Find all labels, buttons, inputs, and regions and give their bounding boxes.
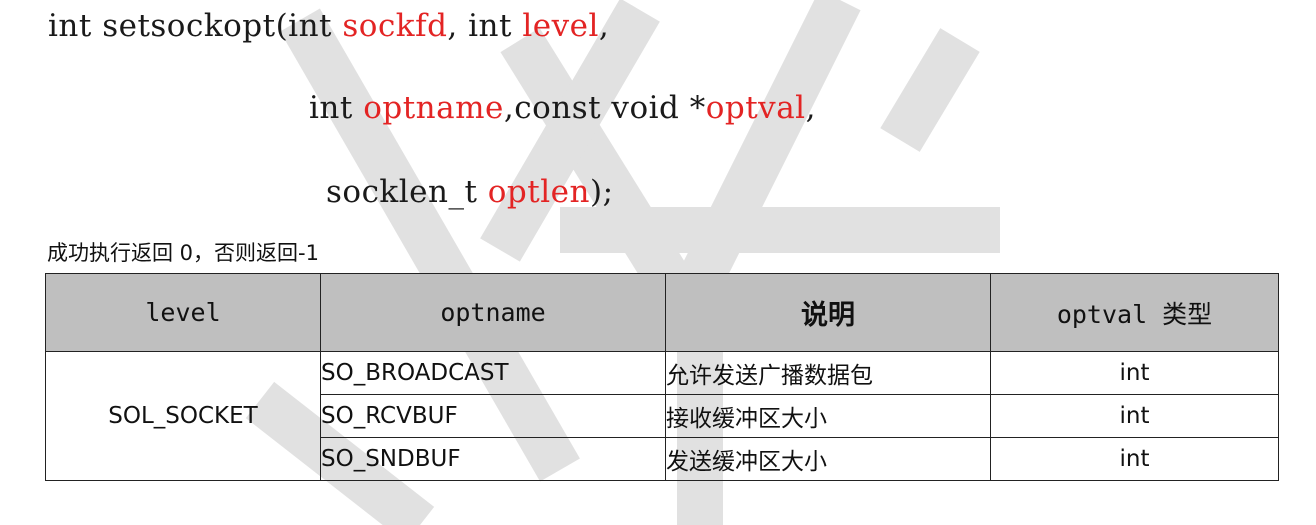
- code-text: );: [589, 174, 614, 210]
- table-row: SOL_SOCKET SO_BROADCAST 允许发送广播数据包 int: [45, 351, 1279, 481]
- code-text: ,const void *: [503, 90, 706, 126]
- header-level: level: [45, 273, 321, 352]
- description-cell: 允许发送广播数据包: [665, 351, 991, 395]
- code-text: ,: [598, 8, 610, 44]
- type-cell: int: [990, 437, 1279, 481]
- code-text: ,: [805, 90, 816, 126]
- header-optname: optname: [320, 273, 666, 352]
- code-text: , int: [447, 8, 523, 44]
- signature-line-2: int optname,const void *optval,: [309, 88, 816, 128]
- signature-line-1: int setsockopt(int sockfd, int level,: [48, 6, 609, 46]
- param-optlen: optlen: [487, 174, 590, 210]
- table-header-row: level optname 说明 optval 类型: [45, 273, 1279, 352]
- description-cell: 发送缓冲区大小: [665, 437, 991, 481]
- code-text: int: [309, 90, 364, 126]
- param-sockfd: sockfd: [342, 8, 448, 44]
- optname-cell: SO_RCVBUF: [320, 394, 666, 438]
- code-text: socklen_t: [326, 174, 488, 210]
- param-optval: optval: [705, 90, 806, 126]
- header-description: 说明: [665, 273, 991, 352]
- description-cell: 接收缓冲区大小: [665, 394, 991, 438]
- options-table: level optname 说明 optval 类型 SOL_SOCKET SO…: [45, 273, 1279, 481]
- type-cell: int: [990, 394, 1279, 438]
- return-note: 成功执行返回 0，否则返回-1: [47, 241, 319, 265]
- level-cell: SOL_SOCKET: [45, 351, 321, 481]
- param-optname: optname: [363, 90, 504, 126]
- param-level: level: [522, 8, 599, 44]
- optname-cell: SO_SNDBUF: [320, 437, 666, 481]
- type-cell: int: [990, 351, 1279, 395]
- signature-line-3: socklen_t optlen);: [326, 172, 614, 212]
- header-optval-type: optval 类型: [990, 273, 1279, 352]
- code-text: int setsockopt(int: [48, 8, 343, 44]
- optname-cell: SO_BROADCAST: [320, 351, 666, 395]
